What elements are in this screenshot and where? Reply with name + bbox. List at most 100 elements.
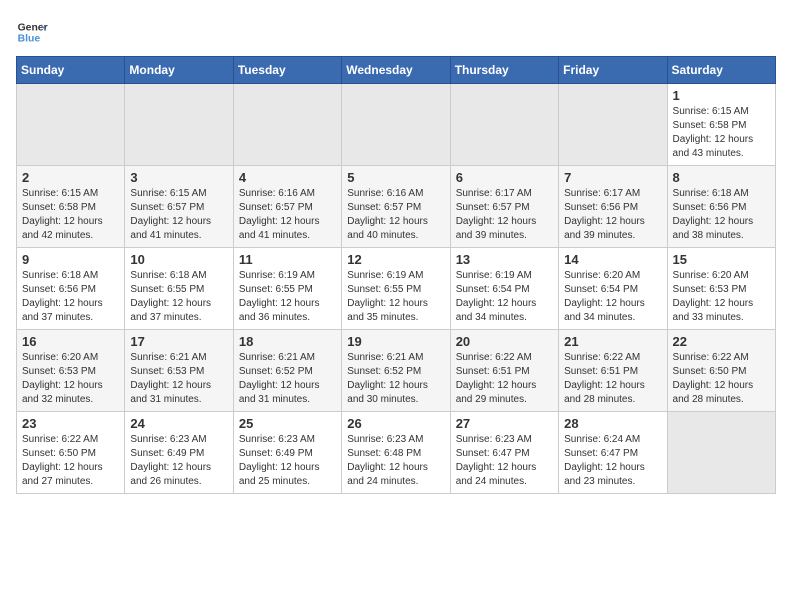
svg-text:Blue: Blue: [18, 34, 41, 45]
day-number: 1: [673, 88, 770, 103]
day-info: Sunrise: 6:15 AM Sunset: 6:57 PM Dayligh…: [130, 187, 227, 243]
day-cell: 10 Sunrise: 6:18 AM Sunset: 6:55 PM Dayli…: [125, 248, 233, 330]
day-number: 17: [130, 334, 227, 349]
logo-icon: General Blue: [16, 16, 48, 48]
day-info: Sunrise: 6:22 AM Sunset: 6:50 PM Dayligh…: [22, 433, 119, 489]
calendar-header-row: SundayMondayTuesdayWednesdayThursdayFrid…: [17, 57, 776, 84]
day-number: 26: [347, 416, 444, 431]
day-info: Sunrise: 6:18 AM Sunset: 6:55 PM Dayligh…: [130, 269, 227, 325]
day-info: Sunrise: 6:23 AM Sunset: 6:48 PM Dayligh…: [347, 433, 444, 489]
day-info: Sunrise: 6:20 AM Sunset: 6:53 PM Dayligh…: [22, 351, 119, 407]
day-cell: 12 Sunrise: 6:19 AM Sunset: 6:55 PM Dayli…: [342, 248, 450, 330]
header-thursday: Thursday: [450, 57, 558, 84]
day-number: 25: [239, 416, 336, 431]
day-info: Sunrise: 6:19 AM Sunset: 6:55 PM Dayligh…: [239, 269, 336, 325]
day-info: Sunrise: 6:23 AM Sunset: 6:49 PM Dayligh…: [130, 433, 227, 489]
header: General Blue: [16, 16, 776, 48]
day-cell: [17, 84, 125, 166]
logo: General Blue: [16, 16, 52, 48]
day-cell: 23 Sunrise: 6:22 AM Sunset: 6:50 PM Dayli…: [17, 412, 125, 494]
header-sunday: Sunday: [17, 57, 125, 84]
day-number: 5: [347, 170, 444, 185]
day-number: 4: [239, 170, 336, 185]
day-cell: 14Sunrise: 6:20 AM Sunset: 6:54 PM Dayli…: [559, 248, 667, 330]
day-info: Sunrise: 6:22 AM Sunset: 6:51 PM Dayligh…: [456, 351, 553, 407]
week-row-0: 1Sunrise: 6:15 AM Sunset: 6:58 PM Daylig…: [17, 84, 776, 166]
week-row-1: 2 Sunrise: 6:15 AM Sunset: 6:58 PM Daylig…: [17, 166, 776, 248]
day-info: Sunrise: 6:20 AM Sunset: 6:53 PM Dayligh…: [673, 269, 770, 325]
day-info: Sunrise: 6:22 AM Sunset: 6:50 PM Dayligh…: [673, 351, 770, 407]
day-cell: 16Sunrise: 6:20 AM Sunset: 6:53 PM Dayli…: [17, 330, 125, 412]
day-number: 8: [673, 170, 770, 185]
day-info: Sunrise: 6:23 AM Sunset: 6:47 PM Dayligh…: [456, 433, 553, 489]
week-row-3: 16Sunrise: 6:20 AM Sunset: 6:53 PM Dayli…: [17, 330, 776, 412]
day-cell: 11 Sunrise: 6:19 AM Sunset: 6:55 PM Dayli…: [233, 248, 341, 330]
header-wednesday: Wednesday: [342, 57, 450, 84]
header-tuesday: Tuesday: [233, 57, 341, 84]
day-number: 7: [564, 170, 661, 185]
day-number: 18: [239, 334, 336, 349]
day-cell: 25 Sunrise: 6:23 AM Sunset: 6:49 PM Dayli…: [233, 412, 341, 494]
day-info: Sunrise: 6:15 AM Sunset: 6:58 PM Dayligh…: [22, 187, 119, 243]
day-number: 20: [456, 334, 553, 349]
header-friday: Friday: [559, 57, 667, 84]
day-cell: 1Sunrise: 6:15 AM Sunset: 6:58 PM Daylig…: [667, 84, 775, 166]
day-cell: [233, 84, 341, 166]
day-info: Sunrise: 6:23 AM Sunset: 6:49 PM Dayligh…: [239, 433, 336, 489]
day-cell: 2 Sunrise: 6:15 AM Sunset: 6:58 PM Daylig…: [17, 166, 125, 248]
day-cell: 24Sunrise: 6:23 AM Sunset: 6:49 PM Dayli…: [125, 412, 233, 494]
day-number: 3: [130, 170, 227, 185]
day-number: 12: [347, 252, 444, 267]
day-number: 6: [456, 170, 553, 185]
day-cell: 21 Sunrise: 6:22 AM Sunset: 6:51 PM Dayli…: [559, 330, 667, 412]
day-number: 19: [347, 334, 444, 349]
day-cell: 6 Sunrise: 6:17 AM Sunset: 6:57 PM Daylig…: [450, 166, 558, 248]
day-number: 23: [22, 416, 119, 431]
day-number: 11: [239, 252, 336, 267]
day-info: Sunrise: 6:21 AM Sunset: 6:52 PM Dayligh…: [347, 351, 444, 407]
calendar-table: SundayMondayTuesdayWednesdayThursdayFrid…: [16, 56, 776, 494]
day-cell: 4Sunrise: 6:16 AM Sunset: 6:57 PM Daylig…: [233, 166, 341, 248]
day-cell: 28 Sunrise: 6:24 AM Sunset: 6:47 PM Dayli…: [559, 412, 667, 494]
day-info: Sunrise: 6:19 AM Sunset: 6:54 PM Dayligh…: [456, 269, 553, 325]
day-cell: 27 Sunrise: 6:23 AM Sunset: 6:47 PM Dayli…: [450, 412, 558, 494]
day-number: 15: [673, 252, 770, 267]
day-info: Sunrise: 6:16 AM Sunset: 6:57 PM Dayligh…: [347, 187, 444, 243]
day-number: 2: [22, 170, 119, 185]
day-cell: 8 Sunrise: 6:18 AM Sunset: 6:56 PM Daylig…: [667, 166, 775, 248]
day-cell: [667, 412, 775, 494]
day-cell: 17 Sunrise: 6:21 AM Sunset: 6:53 PM Dayli…: [125, 330, 233, 412]
day-info: Sunrise: 6:20 AM Sunset: 6:54 PM Dayligh…: [564, 269, 661, 325]
header-monday: Monday: [125, 57, 233, 84]
header-saturday: Saturday: [667, 57, 775, 84]
day-cell: 20 Sunrise: 6:22 AM Sunset: 6:51 PM Dayli…: [450, 330, 558, 412]
day-number: 10: [130, 252, 227, 267]
day-cell: 5 Sunrise: 6:16 AM Sunset: 6:57 PM Daylig…: [342, 166, 450, 248]
day-cell: 7 Sunrise: 6:17 AM Sunset: 6:56 PM Daylig…: [559, 166, 667, 248]
week-row-4: 23 Sunrise: 6:22 AM Sunset: 6:50 PM Dayli…: [17, 412, 776, 494]
day-info: Sunrise: 6:21 AM Sunset: 6:53 PM Dayligh…: [130, 351, 227, 407]
day-info: Sunrise: 6:19 AM Sunset: 6:55 PM Dayligh…: [347, 269, 444, 325]
day-cell: [125, 84, 233, 166]
week-row-2: 9 Sunrise: 6:18 AM Sunset: 6:56 PM Daylig…: [17, 248, 776, 330]
day-number: 27: [456, 416, 553, 431]
day-number: 13: [456, 252, 553, 267]
day-cell: 3 Sunrise: 6:15 AM Sunset: 6:57 PM Daylig…: [125, 166, 233, 248]
day-info: Sunrise: 6:24 AM Sunset: 6:47 PM Dayligh…: [564, 433, 661, 489]
day-info: Sunrise: 6:18 AM Sunset: 6:56 PM Dayligh…: [22, 269, 119, 325]
day-cell: 13 Sunrise: 6:19 AM Sunset: 6:54 PM Dayli…: [450, 248, 558, 330]
day-info: Sunrise: 6:22 AM Sunset: 6:51 PM Dayligh…: [564, 351, 661, 407]
day-cell: [450, 84, 558, 166]
day-info: Sunrise: 6:17 AM Sunset: 6:56 PM Dayligh…: [564, 187, 661, 243]
day-info: Sunrise: 6:21 AM Sunset: 6:52 PM Dayligh…: [239, 351, 336, 407]
day-number: 28: [564, 416, 661, 431]
day-cell: 22Sunrise: 6:22 AM Sunset: 6:50 PM Dayli…: [667, 330, 775, 412]
day-number: 21: [564, 334, 661, 349]
day-cell: [559, 84, 667, 166]
day-info: Sunrise: 6:18 AM Sunset: 6:56 PM Dayligh…: [673, 187, 770, 243]
day-cell: 9 Sunrise: 6:18 AM Sunset: 6:56 PM Daylig…: [17, 248, 125, 330]
day-cell: [342, 84, 450, 166]
day-info: Sunrise: 6:17 AM Sunset: 6:57 PM Dayligh…: [456, 187, 553, 243]
day-cell: 19 Sunrise: 6:21 AM Sunset: 6:52 PM Dayli…: [342, 330, 450, 412]
day-number: 9: [22, 252, 119, 267]
